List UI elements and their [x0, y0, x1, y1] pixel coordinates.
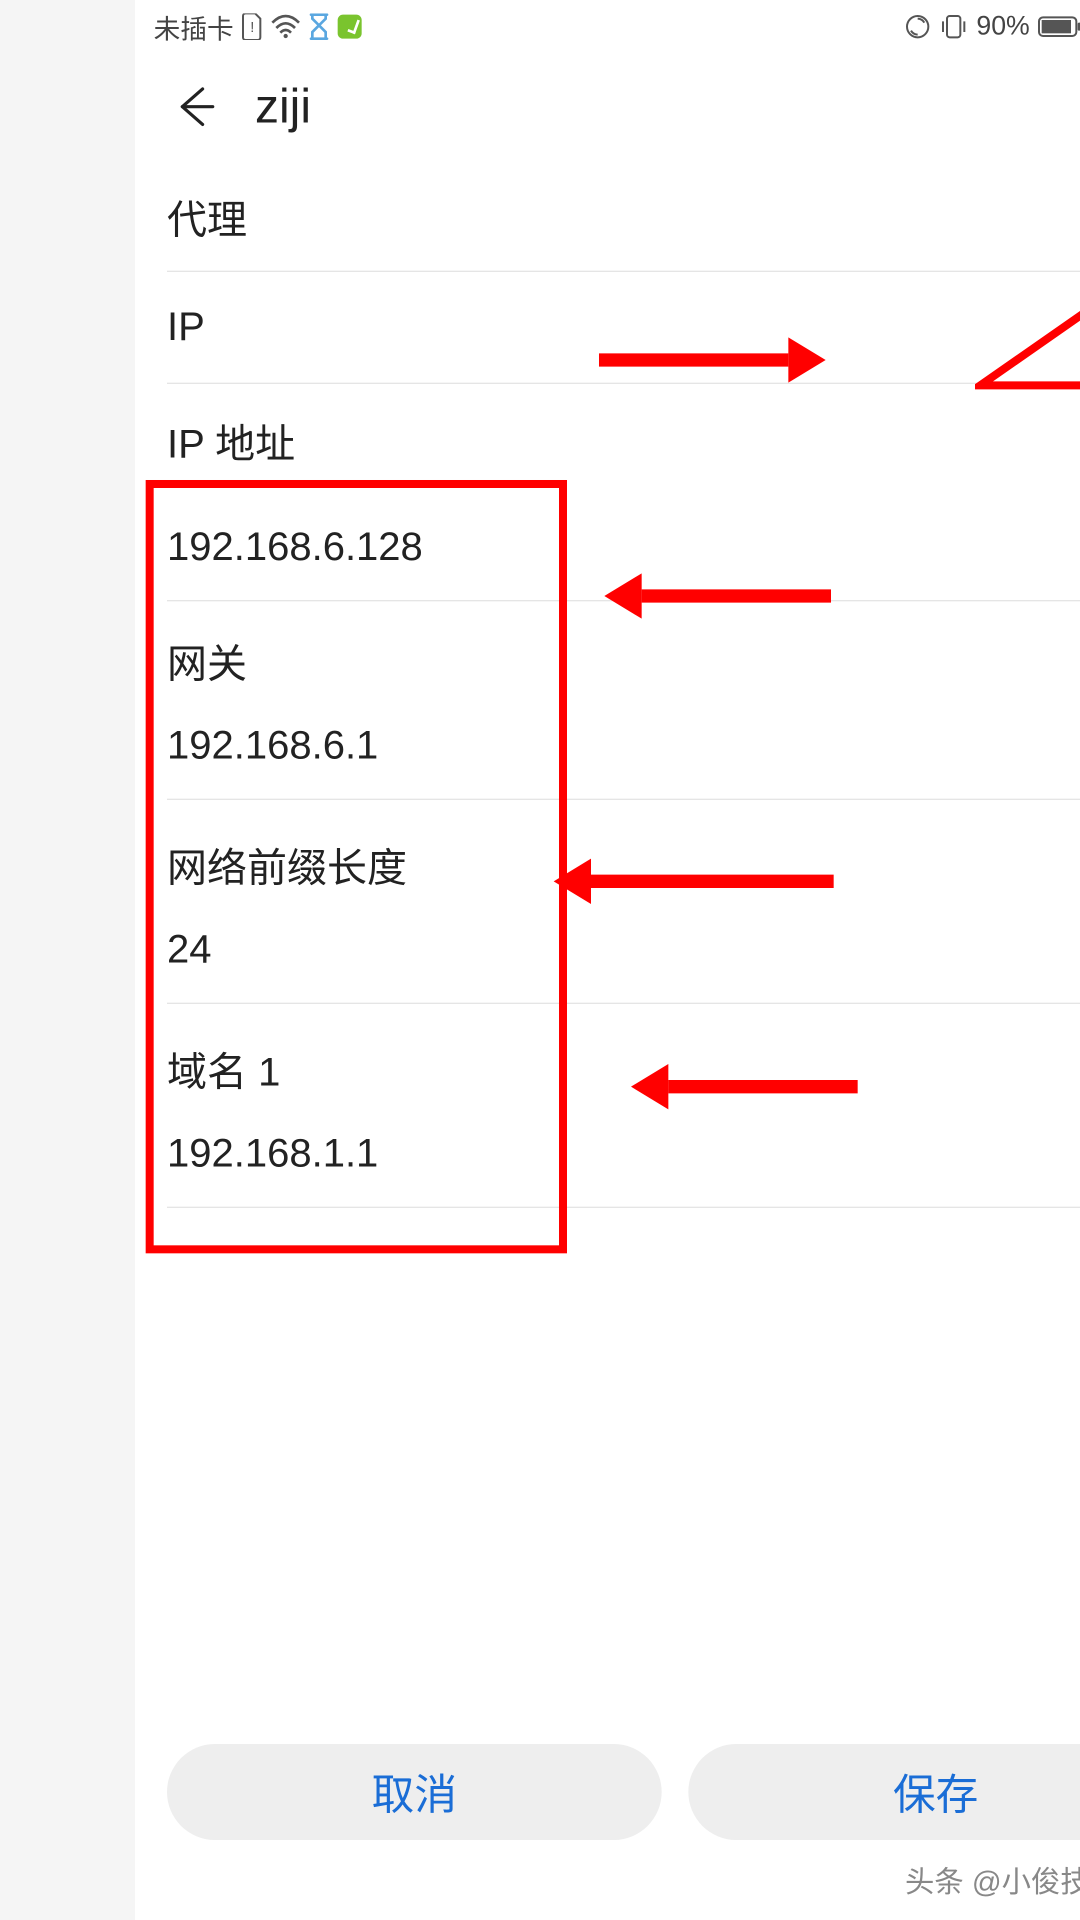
battery-icon: [1038, 16, 1080, 37]
sim-alert-icon: !: [242, 13, 263, 40]
gateway-label: 网关: [167, 601, 1080, 689]
battery-pct: 90%: [976, 11, 1029, 42]
proxy-row[interactable]: 代理 无: [167, 160, 1080, 272]
app-header: ziji: [135, 53, 1080, 160]
wifi-icon: [271, 15, 300, 39]
gateway-field[interactable]: 192.168.6.1: [167, 689, 1080, 800]
prefix-label: 网络前缀长度: [167, 805, 1080, 893]
ip-address-field[interactable]: 192.168.6.128: [167, 485, 1080, 601]
status-bar: 未插卡 ! 90% 上午9:30: [135, 0, 1080, 53]
prefix-field[interactable]: 24: [167, 893, 1080, 1004]
no-sim-text: 未插卡: [154, 7, 234, 46]
ip-mode-row[interactable]: IP 静态: [167, 272, 1080, 384]
cancel-button[interactable]: 取消: [167, 1744, 662, 1840]
back-button[interactable]: [167, 79, 223, 135]
watermark: 头条 @小俊技术分享: [905, 1859, 1080, 1902]
svg-text:!: !: [250, 20, 254, 36]
button-bar: 取消 保存: [135, 1744, 1080, 1840]
page-title: ziji: [255, 79, 311, 135]
hourglass-icon: [308, 13, 329, 40]
ip-section-title: IP 地址: [167, 384, 1080, 485]
auto-rotate-icon: [904, 13, 931, 40]
vibrate-icon: [939, 13, 968, 40]
proxy-label: 代理: [167, 186, 247, 245]
ip-mode-label: IP: [167, 305, 205, 350]
dns1-field[interactable]: 192.168.1.1: [167, 1097, 1080, 1208]
app-badge-icon: [338, 15, 362, 39]
dns1-label: 域名 1: [167, 1009, 1080, 1097]
save-button[interactable]: 保存: [688, 1744, 1080, 1840]
